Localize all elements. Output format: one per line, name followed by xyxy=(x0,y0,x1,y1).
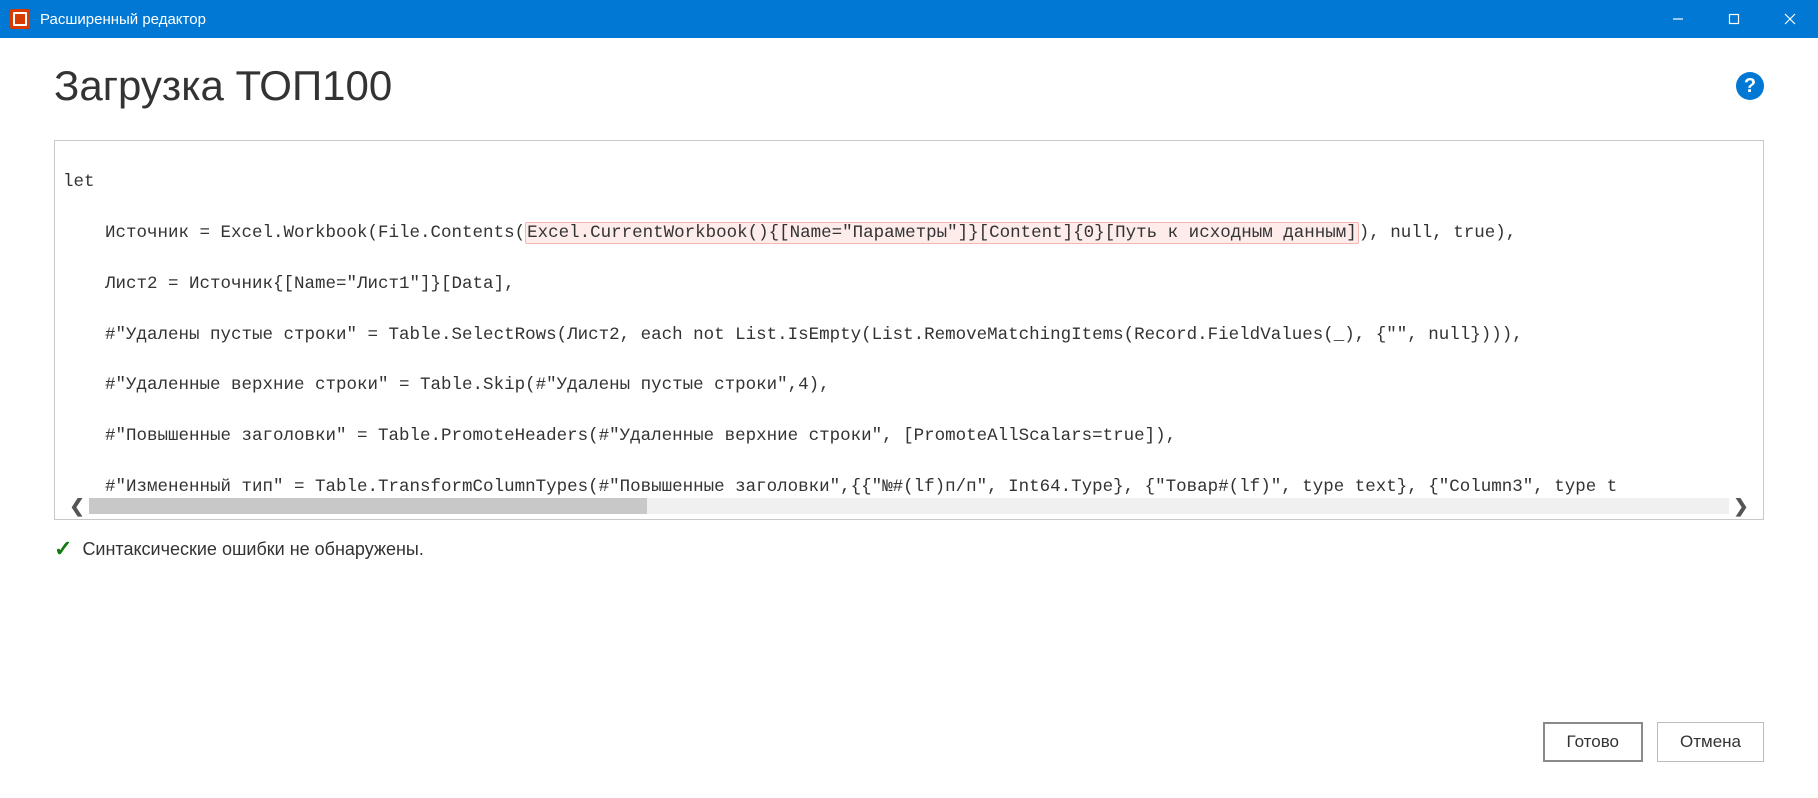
code-content[interactable]: let Источник = Excel.Workbook(File.Conte… xyxy=(55,141,1763,495)
status-row: ✓ Синтаксические ошибки не обнаружены. xyxy=(54,536,1764,562)
close-button[interactable] xyxy=(1762,0,1818,38)
page-title: Загрузка ТОП100 xyxy=(54,62,1736,110)
dialog-content: Загрузка ТОП100 ? let Источник = Excel.W… xyxy=(0,38,1818,562)
checkmark-icon: ✓ xyxy=(54,536,72,562)
code-line: ), null, true), xyxy=(1359,223,1517,243)
done-button[interactable]: Готово xyxy=(1543,722,1644,762)
help-icon[interactable]: ? xyxy=(1736,72,1764,100)
office-app-icon xyxy=(10,9,30,29)
code-line: #"Измененный тип" = Table.TransformColum… xyxy=(105,477,1617,495)
code-line: let xyxy=(63,172,95,192)
window-controls xyxy=(1650,0,1818,38)
code-editor[interactable]: let Источник = Excel.Workbook(File.Conte… xyxy=(54,140,1764,520)
scroll-track[interactable] xyxy=(89,498,1729,514)
minimize-button[interactable] xyxy=(1650,0,1706,38)
dialog-buttons: Готово Отмена xyxy=(1543,722,1765,762)
horizontal-scrollbar[interactable]: ❮ ❯ xyxy=(65,495,1753,517)
code-line: Лист2 = Источник{[Name="Лист1"]}[Data], xyxy=(105,274,515,294)
maximize-button[interactable] xyxy=(1706,0,1762,38)
scroll-right-icon[interactable]: ❯ xyxy=(1729,495,1753,517)
code-line: #"Удалены пустые строки" = Table.SelectR… xyxy=(105,325,1523,345)
titlebar: Расширенный редактор xyxy=(0,0,1818,38)
cancel-button[interactable]: Отмена xyxy=(1657,722,1764,762)
scroll-thumb[interactable] xyxy=(89,498,647,514)
code-line: #"Повышенные заголовки" = Table.PromoteH… xyxy=(105,426,1176,446)
code-line: Источник = Excel.Workbook(File.Contents( xyxy=(105,223,525,243)
code-highlight: Excel.CurrentWorkbook(){[Name="Параметры… xyxy=(525,222,1359,244)
code-line: #"Удаленные верхние строки" = Table.Skip… xyxy=(105,375,830,395)
status-message: Синтаксические ошибки не обнаружены. xyxy=(82,539,423,560)
scroll-left-icon[interactable]: ❮ xyxy=(65,495,89,517)
window-title: Расширенный редактор xyxy=(40,11,1650,28)
